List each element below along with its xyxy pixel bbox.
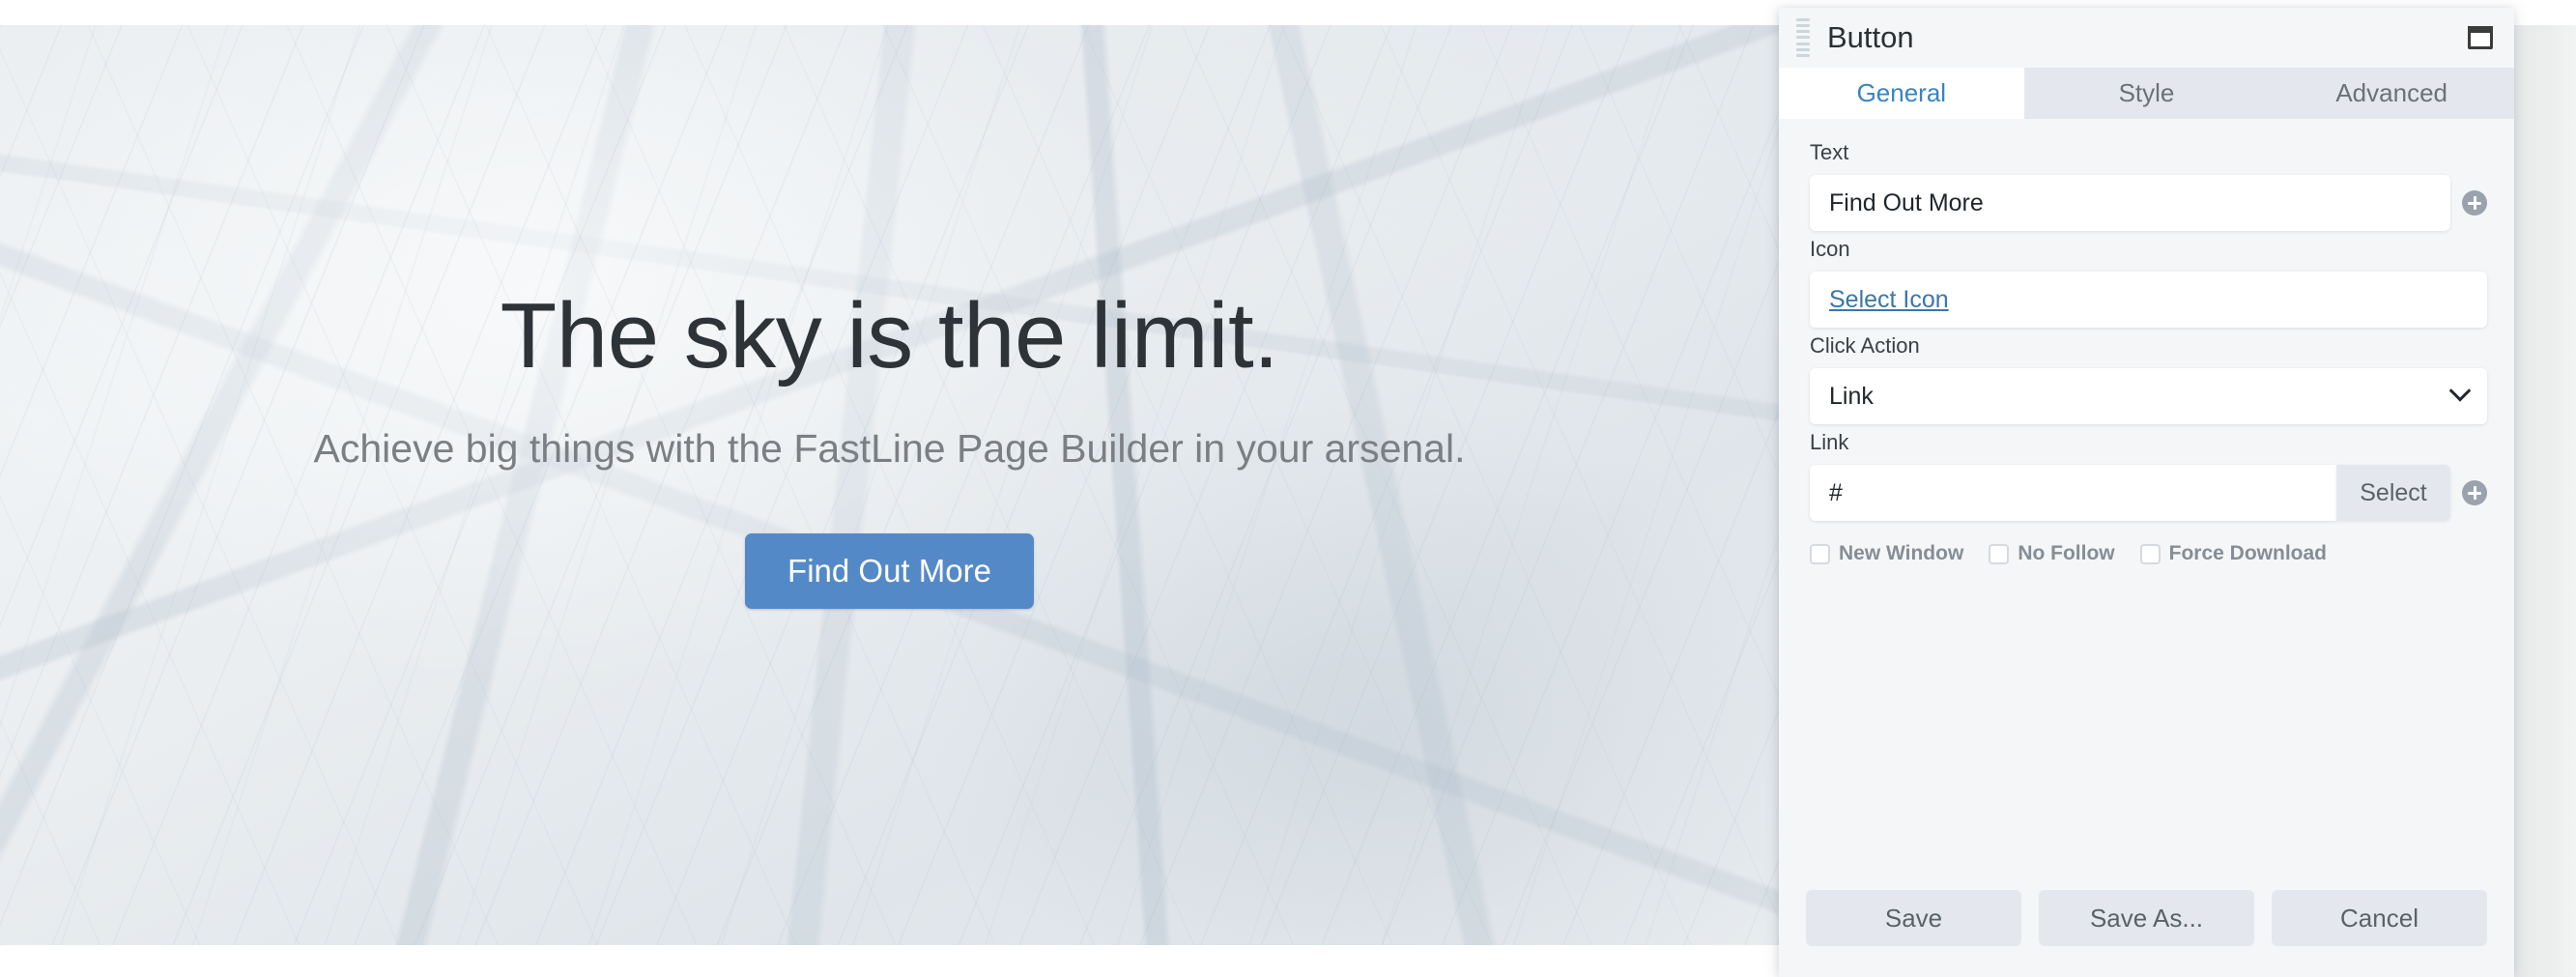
field-link-label: Link xyxy=(1810,430,1849,454)
checkbox-new-window-label: New Window xyxy=(1839,542,1964,564)
link-input[interactable] xyxy=(1810,465,2336,521)
checkbox-no-follow[interactable]: No Follow xyxy=(1989,542,2115,565)
hero-cta-button[interactable]: Find Out More xyxy=(745,532,1034,609)
tab-advanced[interactable]: Advanced xyxy=(2269,68,2514,119)
panel-title: Button xyxy=(1827,20,1914,54)
checkbox-new-window[interactable]: New Window xyxy=(1810,542,1963,565)
cancel-button[interactable]: Cancel xyxy=(2272,890,2487,946)
save-as-button[interactable]: Save As... xyxy=(2039,890,2254,946)
select-icon-link[interactable]: Select Icon xyxy=(1829,286,1949,314)
app-root: The sky is the limit. Achieve big things… xyxy=(0,0,2576,977)
hero-content: The sky is the limit. Achieve big things… xyxy=(0,25,1779,609)
field-link: Link Select xyxy=(1779,430,2514,521)
tab-general[interactable]: General xyxy=(1779,68,2024,119)
add-text-icon[interactable] xyxy=(2462,190,2487,216)
field-text-label: Text xyxy=(1810,140,1849,164)
field-icon: Icon Select Icon xyxy=(1779,237,2514,328)
icon-picker[interactable]: Select Icon xyxy=(1810,272,2487,328)
hero-subtitle: Achieve big things with the FastLine Pag… xyxy=(313,425,1466,471)
field-click-action: Click Action Link xyxy=(1779,333,2514,424)
checkbox-no-follow-label: No Follow xyxy=(2018,542,2115,564)
field-click-action-label: Click Action xyxy=(1810,333,1920,358)
field-text: Text xyxy=(1779,140,2514,231)
checkbox-box-icon[interactable] xyxy=(2139,543,2161,564)
add-link-icon[interactable] xyxy=(2462,480,2487,505)
hero-title: The sky is the limit. xyxy=(500,284,1279,388)
window-icon[interactable] xyxy=(2468,26,2493,49)
text-input[interactable] xyxy=(1810,175,2450,231)
viewport-backdrop xyxy=(2514,0,2576,977)
checkbox-force-download-label: Force Download xyxy=(2168,542,2327,564)
click-action-select[interactable]: Link xyxy=(1810,368,2487,424)
drag-handle-icon[interactable] xyxy=(1796,18,1810,57)
checkbox-force-download[interactable]: Force Download xyxy=(2139,542,2327,565)
checkbox-box-icon[interactable] xyxy=(1989,543,2010,564)
field-icon-label: Icon xyxy=(1810,237,1850,261)
tab-style[interactable]: Style xyxy=(2023,68,2270,119)
checkbox-box-icon[interactable] xyxy=(1810,543,1830,564)
panel-header: Button xyxy=(1779,8,2514,68)
button-settings-panel: Button General Style Advanced Text Find … xyxy=(1779,8,2514,977)
viewport-backdrop-top xyxy=(2514,0,2576,25)
hero-section: The sky is the limit. Achieve big things… xyxy=(0,25,1779,945)
save-button[interactable]: Save xyxy=(1806,890,2021,946)
page-canvas: The sky is the limit. Achieve big things… xyxy=(0,0,1779,977)
click-action-value: Link xyxy=(1829,382,1874,410)
link-select-button[interactable]: Select xyxy=(2336,465,2450,521)
panel-tabs: General Style Advanced xyxy=(1779,68,2514,119)
panel-footer: Save Save As... Cancel xyxy=(1779,890,2514,977)
panel-body: Text Icon Select Icon Click Action xyxy=(1779,119,2514,890)
chevron-down-icon xyxy=(2448,380,2472,402)
link-options-row: New Window No Follow Force Download xyxy=(1779,527,2514,565)
